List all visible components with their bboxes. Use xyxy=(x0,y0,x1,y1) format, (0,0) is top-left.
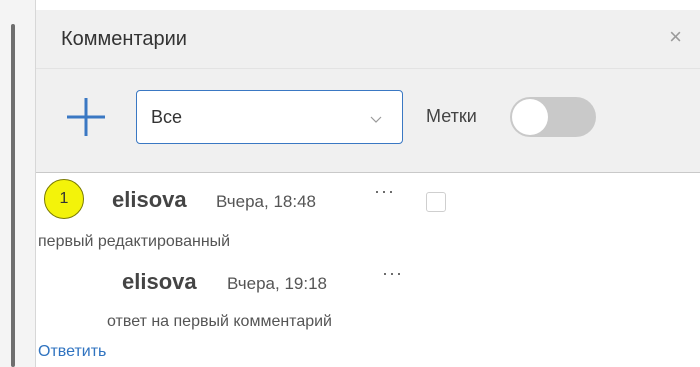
comments-list: 1 elisova Вчера, 18:48 ··· первый редакт… xyxy=(36,173,700,367)
left-scroll-indicator xyxy=(11,24,15,367)
reply-text: ответ на первый комментарий xyxy=(107,313,332,330)
toggle-knob xyxy=(512,99,548,135)
resolve-checkbox[interactable] xyxy=(426,192,446,212)
filter-selected-value: Все xyxy=(151,107,183,127)
panel-title: Комментарии xyxy=(61,28,187,50)
comment-number-badge: 1 xyxy=(44,179,84,219)
left-gutter xyxy=(0,0,36,367)
comment-author: elisova xyxy=(112,187,187,212)
reply-timestamp: Вчера, 19:18 xyxy=(227,274,327,293)
reply-link[interactable]: Ответить xyxy=(38,343,106,361)
plus-icon xyxy=(67,98,105,136)
reply-more-icon[interactable]: ··· xyxy=(382,263,403,284)
panel-header: Комментарии × xyxy=(36,10,700,69)
comment-text: первый редактированный xyxy=(38,233,231,250)
comment-timestamp: Вчера, 18:48 xyxy=(216,192,316,211)
filter-select[interactable]: Все xyxy=(136,90,403,144)
tags-label: Метки xyxy=(426,106,477,126)
tags-toggle[interactable] xyxy=(510,97,596,137)
chevron-down-icon xyxy=(370,111,382,129)
add-comment-button[interactable] xyxy=(64,95,108,139)
comment-more-icon[interactable]: ··· xyxy=(374,181,395,202)
reply-author: elisova xyxy=(122,269,197,294)
comments-toolbar: Все Метки xyxy=(36,69,700,173)
close-icon[interactable]: × xyxy=(669,26,682,48)
comments-panel: Комментарии × Все Метки 1 elisova Вчера,… xyxy=(36,0,700,367)
